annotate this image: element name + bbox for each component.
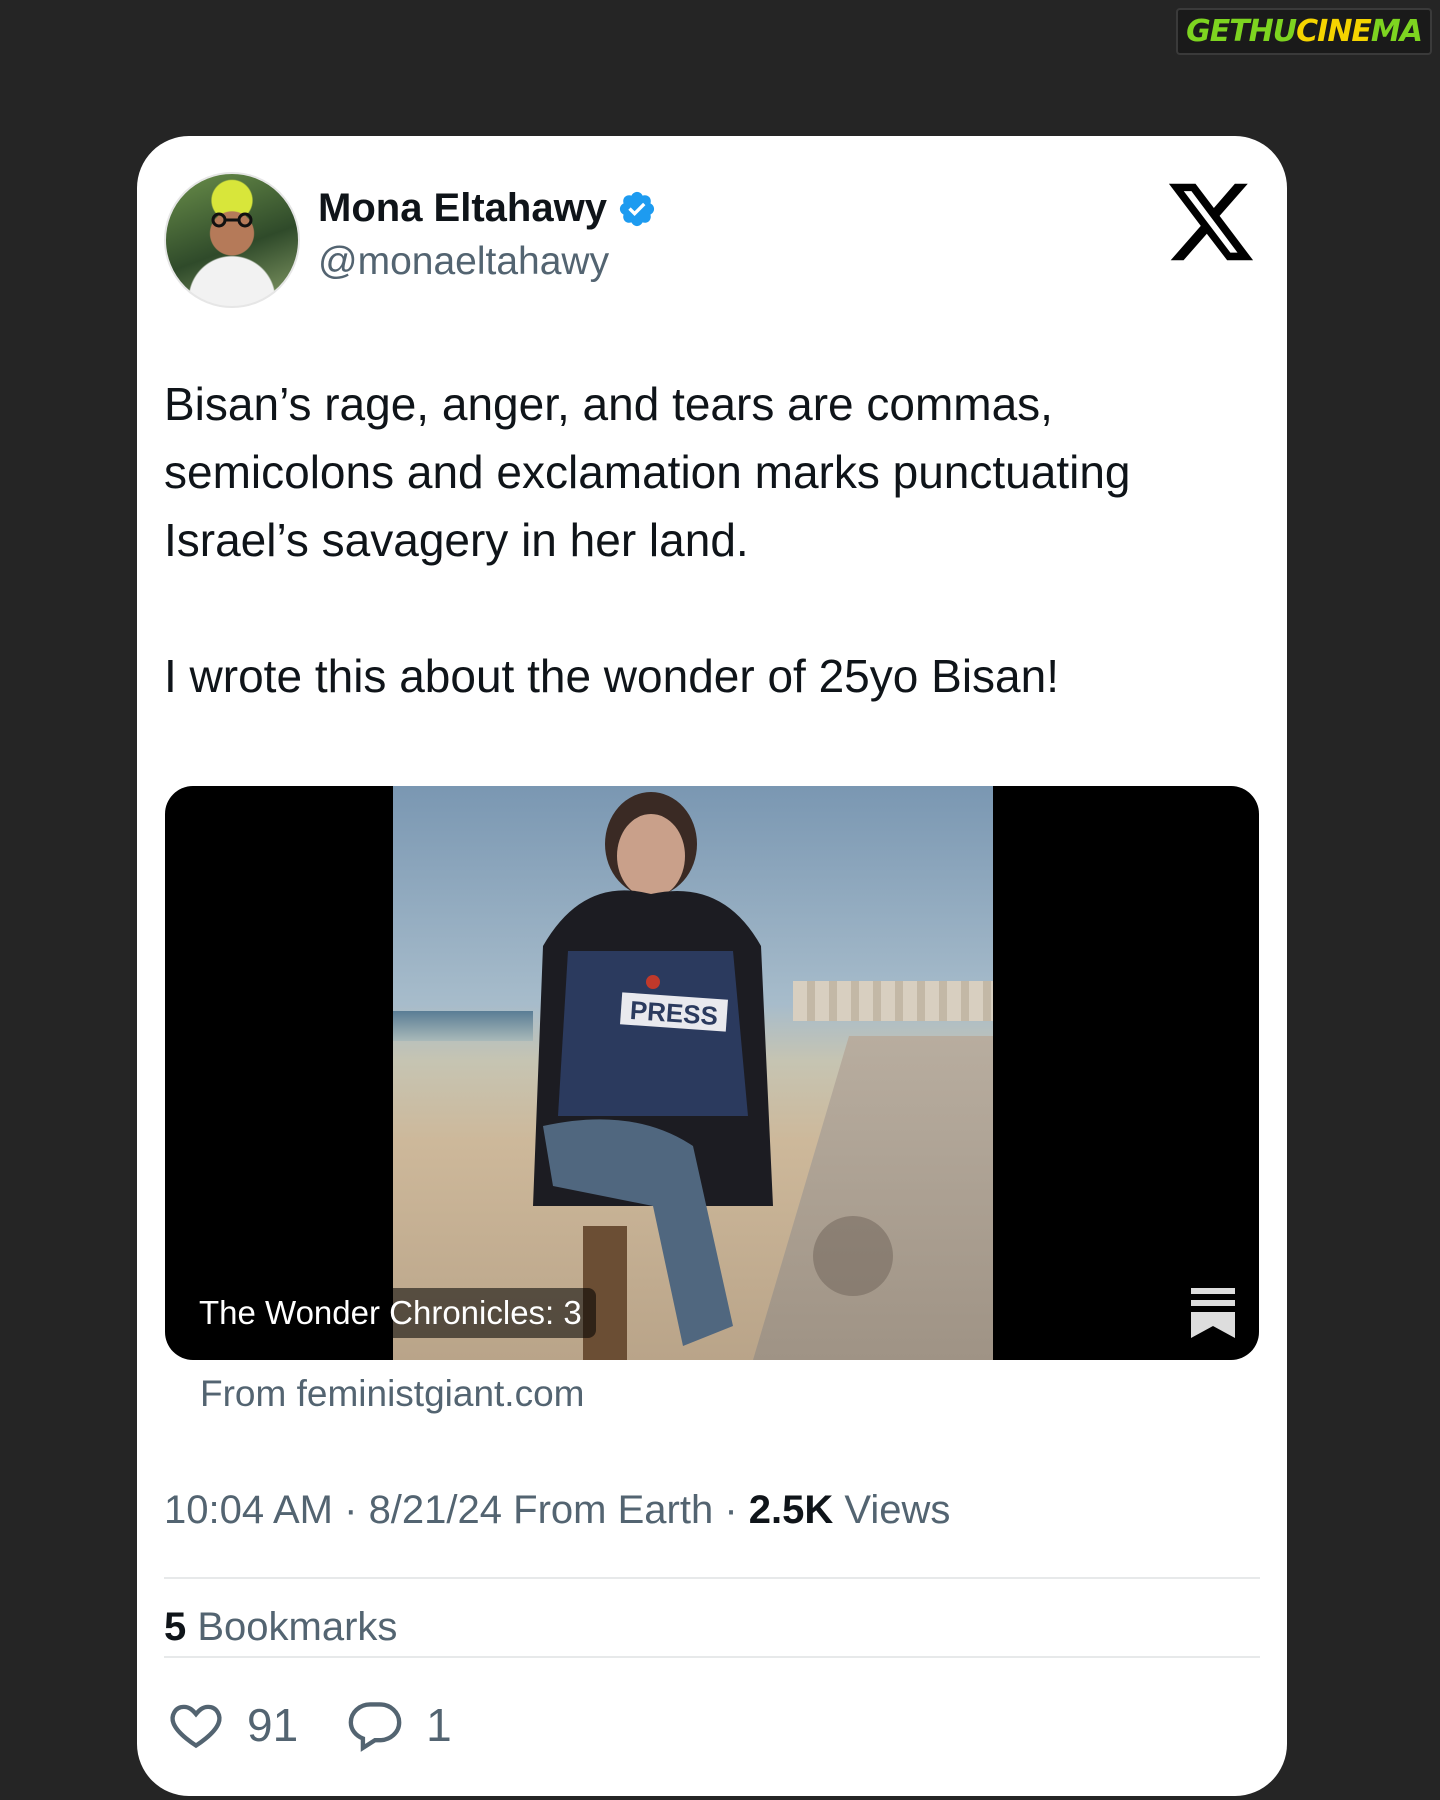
- reply-icon: [348, 1702, 402, 1752]
- heart-icon: [170, 1704, 222, 1749]
- substack-bookmark-icon: [1191, 1288, 1235, 1338]
- tweet-text: Bisan’s rage, anger, and tears are comma…: [164, 370, 1254, 710]
- like-button[interactable]: 91: [167, 1696, 298, 1754]
- bookmarks-count: 5: [164, 1605, 187, 1649]
- media-title: The Wonder Chronicles: 3: [185, 1288, 596, 1338]
- tweet-time[interactable]: 10:04 AM: [164, 1488, 333, 1532]
- watermark-logo: GETHUCINEMA: [1176, 8, 1432, 55]
- tweet-meta: 10:04 AM · 8/21/24 From Earth · 2.5K Vie…: [164, 1488, 951, 1532]
- divider: [164, 1577, 1260, 1579]
- avatar[interactable]: [164, 172, 300, 308]
- journalist-figure-graphic: PRESS: [533, 792, 893, 1360]
- bookmarks-stat[interactable]: 5 Bookmarks: [164, 1605, 397, 1650]
- reply-button[interactable]: 1: [346, 1696, 452, 1754]
- tweet-origin: From Earth: [513, 1488, 714, 1532]
- like-count: 91: [247, 1699, 299, 1751]
- tweet-card: Mona Eltahawy @monaeltahawy Bisan’s rage…: [137, 136, 1287, 1796]
- watermark-part1: GETHU: [1186, 14, 1297, 49]
- watermark-part3: MA: [1370, 14, 1423, 49]
- author-handle[interactable]: @monaeltahawy: [318, 240, 609, 284]
- tweet-paragraph-1: Bisan’s rage, anger, and tears are comma…: [164, 378, 1131, 566]
- author-name[interactable]: Mona Eltahawy: [318, 186, 607, 231]
- press-label: PRESS: [629, 995, 719, 1031]
- avatar-glasses-graphic: [211, 212, 253, 228]
- views-label: Views: [844, 1488, 951, 1532]
- author-name-row: Mona Eltahawy: [318, 186, 657, 231]
- x-logo-icon[interactable]: [1165, 178, 1257, 266]
- bookmarks-label: Bookmarks: [197, 1605, 398, 1649]
- reply-count: 1: [426, 1699, 452, 1751]
- verified-badge-icon: [619, 191, 655, 226]
- tweet-date[interactable]: 8/21/24: [369, 1488, 502, 1532]
- link-source[interactable]: From feministgiant.com: [200, 1373, 585, 1415]
- tweet-paragraph-2: I wrote this about the wonder of 25yo Bi…: [164, 650, 1059, 702]
- action-bar: 91 1: [167, 1696, 500, 1754]
- article-photo: PRESS: [393, 786, 993, 1360]
- link-card-media[interactable]: PRESS The Wonder Chronicles: 3: [165, 786, 1259, 1360]
- divider: [164, 1656, 1260, 1658]
- watermark-part2: CINE: [1296, 14, 1372, 49]
- views-count: 2.5K: [748, 1488, 834, 1532]
